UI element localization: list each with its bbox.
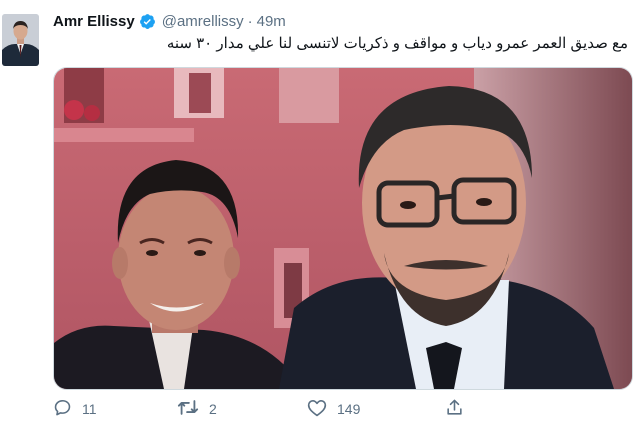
- reply-count: 11: [82, 401, 97, 417]
- retweet-count: 2: [209, 401, 217, 417]
- reply-icon: [53, 398, 72, 420]
- author-avatar[interactable]: [2, 14, 39, 66]
- heart-icon: [307, 398, 327, 420]
- separator-dot: ·: [247, 12, 253, 30]
- photo-image: [54, 68, 632, 389]
- like-count: 149: [337, 401, 361, 417]
- retweet-button[interactable]: 2: [177, 398, 217, 420]
- tweet-header: Amr Ellissy @amrellissy · 49m: [53, 11, 286, 31]
- tweet-text: مع صديق العمر عمرو دياب و مواقف و ذكريات…: [166, 35, 628, 52]
- share-icon: [445, 398, 464, 420]
- like-button[interactable]: 149: [307, 398, 360, 420]
- tweet-photo[interactable]: [53, 67, 633, 390]
- author-name[interactable]: Amr Ellissy: [53, 13, 135, 30]
- reply-button[interactable]: 11: [53, 398, 97, 420]
- verified-badge-icon: [139, 13, 156, 30]
- avatar-image: [2, 14, 39, 66]
- share-button[interactable]: [445, 398, 464, 420]
- author-handle[interactable]: @amrellissy: [162, 13, 244, 30]
- retweet-icon: [177, 398, 199, 420]
- tweet-timestamp[interactable]: 49m: [257, 13, 286, 30]
